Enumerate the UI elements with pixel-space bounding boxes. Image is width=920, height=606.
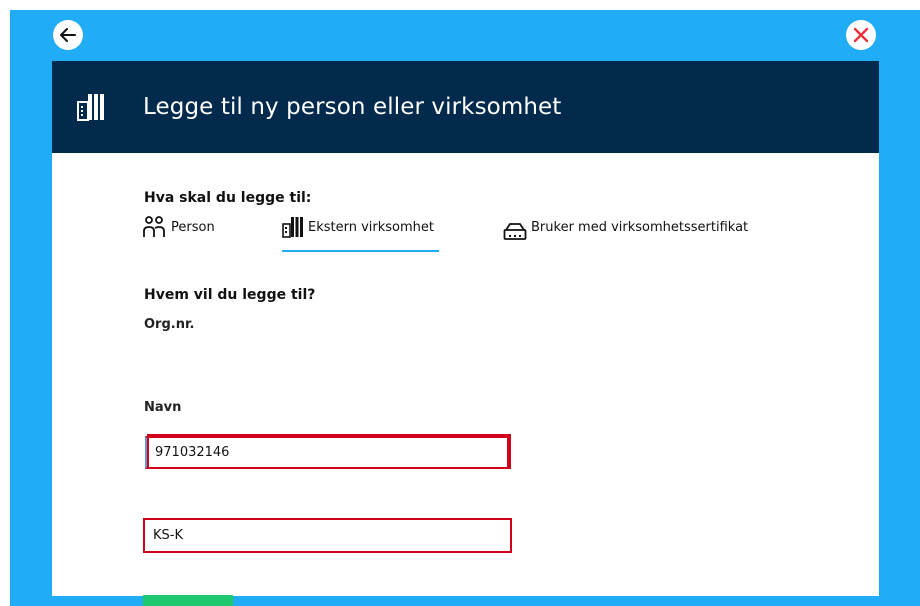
device-icon xyxy=(503,222,527,240)
org-nr-input[interactable] xyxy=(145,436,509,469)
tab-ekstern-label: Ekstern virksomhet xyxy=(308,220,435,235)
add-person-dialog: Legge til ny person eller virksomhet Hva… xyxy=(52,61,879,606)
building-icon xyxy=(77,93,105,121)
people-icon xyxy=(143,216,167,238)
tab-ekstern-virksomhet[interactable]: Ekstern virksomhet xyxy=(282,216,439,252)
tab-person-label: Person xyxy=(171,220,215,235)
org-nr-label: Org.nr. xyxy=(144,317,195,332)
building-icon xyxy=(282,216,304,238)
dialog-header: Legge til ny person eller virksomhet xyxy=(52,61,879,153)
navn-label: Navn xyxy=(144,400,182,415)
close-button[interactable] xyxy=(846,20,876,50)
who-heading: Hvem vil du legge til? xyxy=(144,287,316,303)
tab-bruker-virksomhetssertifikat[interactable]: Bruker med virksomhetssertifikat xyxy=(503,216,748,252)
neste-button[interactable]: Neste xyxy=(143,595,233,606)
dialog-title: Legge til ny person eller virksomhet xyxy=(143,94,562,120)
choose-type-heading: Hva skal du legge til: xyxy=(144,190,312,206)
arrow-left-icon xyxy=(58,25,78,45)
close-icon xyxy=(852,26,870,44)
navn-input[interactable] xyxy=(143,518,512,553)
tab-person[interactable]: Person xyxy=(143,216,215,252)
back-button[interactable] xyxy=(53,20,83,50)
tab-bruker-label: Bruker med virksomhetssertifikat xyxy=(531,220,749,235)
